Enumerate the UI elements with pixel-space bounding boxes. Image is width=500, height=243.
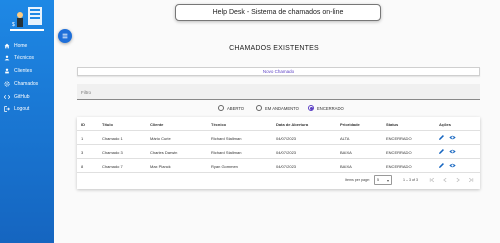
cell-data: 04/07/2023: [276, 150, 297, 155]
radio-aberto[interactable]: ABERTO: [218, 105, 244, 111]
cell-cliente: Charles Darwin: [150, 150, 178, 155]
radio-circle: [308, 105, 314, 111]
column-header-id[interactable]: ID: [81, 122, 85, 127]
radio-label: ABERTO: [227, 105, 245, 111]
cell-titulo: Chamado 1: [102, 136, 123, 141]
sidebar-item-label: Chamados: [14, 81, 39, 87]
next-page-icon[interactable]: [455, 177, 461, 183]
cell-prioridade: BAIXA: [340, 164, 352, 169]
column-header-tecnico[interactable]: Técnico: [211, 122, 226, 127]
cell-data: 04/07/2023: [276, 164, 297, 169]
cell-id: 8: [81, 164, 84, 169]
radio-em-andamento[interactable]: EM ANDAMENTO: [256, 105, 299, 111]
edit-icon[interactable]: [438, 162, 445, 169]
page-size-value: 5: [377, 178, 379, 182]
cell-tecnico: Richard Stallman: [211, 136, 242, 141]
column-header-titulo[interactable]: Título: [102, 122, 113, 127]
app-header: Help Desk - Sistema de chamados on-line: [175, 4, 381, 21]
page-title-text: CHAMADOS EXISTENTES: [229, 45, 319, 52]
column-header-status[interactable]: Status: [386, 122, 398, 127]
cell-prioridade: ALTA: [340, 136, 350, 141]
items-per-page-label: Items per page:: [345, 178, 370, 182]
cell-status: ENCERRADO: [386, 136, 412, 141]
sidebar-item-label: GitHub: [14, 94, 30, 100]
column-header-data[interactable]: Data de Abertura: [276, 122, 308, 127]
chevron-down-icon: [387, 179, 389, 182]
tickets-table: ID Título Cliente Técnico Data de Abertu…: [77, 117, 480, 189]
view-icon[interactable]: [449, 162, 456, 169]
status-radio-group: ABERTO EM ANDAMENTO ENCERRADO: [0, 105, 500, 113]
sidebar-item-github[interactable]: GitHub: [4, 92, 30, 102]
radio-label: ENCERRADO: [317, 105, 344, 111]
cell-prioridade: BAIXA: [340, 150, 352, 155]
radio-encerrado[interactable]: ENCERRADO: [308, 105, 344, 111]
page-title: CHAMADOS EXISTENTES: [0, 45, 500, 52]
first-page-icon[interactable]: [429, 177, 435, 183]
gear-icon: [4, 81, 10, 87]
cell-status: ENCERRADO: [386, 164, 412, 169]
cell-status: ENCERRADO: [386, 150, 412, 155]
person-icon: [4, 55, 10, 61]
edit-icon[interactable]: [438, 134, 445, 141]
edit-icon[interactable]: [438, 148, 445, 155]
new-ticket-button[interactable]: Novo Chamado: [77, 67, 480, 76]
radio-circle: [256, 105, 262, 111]
cell-tecnico: Ryan Gommen: [211, 164, 238, 169]
code-icon: [4, 94, 10, 100]
last-page-icon[interactable]: [468, 177, 474, 183]
sidebar-item-clientes[interactable]: Clientes: [4, 66, 32, 76]
table-row: 8 Chamado 7 Max Planck Ryan Gommen 04/07…: [77, 159, 480, 173]
page-range-label: 1 – 3 of 3: [403, 178, 418, 182]
cell-cliente: Mário Curie: [150, 136, 171, 141]
filter-input[interactable]: [81, 88, 471, 96]
filter-field: [77, 84, 480, 100]
sidebar-item-tecnicos[interactable]: Técnicos: [4, 53, 34, 63]
cell-id: 1: [81, 136, 84, 141]
table-row: 1 Chamado 1 Mário Curie Richard Stallman…: [77, 131, 480, 145]
sidebar-item-label: Técnicos: [14, 55, 35, 61]
cell-data: 04/07/2023: [276, 136, 297, 141]
page-size-select[interactable]: 5: [374, 175, 392, 185]
column-header-cliente[interactable]: Cliente: [150, 122, 163, 127]
helpdesk-logo-icon: $: [10, 7, 44, 31]
svg-text:$: $: [12, 22, 15, 28]
new-ticket-label: Novo Chamado: [262, 69, 295, 74]
sidebar: $ Home Técnicos Clientes Chamados GitHub…: [0, 0, 54, 243]
column-header-acoes: Ações: [439, 122, 452, 127]
radio-label: EM ANDAMENTO: [265, 105, 299, 111]
previous-page-icon[interactable]: [442, 177, 448, 183]
app-title: Help Desk - Sistema de chamados on-line: [212, 9, 344, 16]
menu-icon: [62, 33, 68, 39]
sidebar-item-chamados[interactable]: Chamados: [4, 79, 38, 89]
view-icon[interactable]: [449, 148, 456, 155]
sidebar-item-label: Clientes: [14, 68, 33, 74]
radio-circle: [218, 105, 224, 111]
user-icon: [5, 68, 9, 74]
cell-id: 3: [81, 150, 84, 155]
cell-cliente: Max Planck: [150, 164, 171, 169]
column-header-prioridade[interactable]: Prioridade: [340, 122, 360, 127]
view-icon[interactable]: [449, 134, 456, 141]
cell-titulo: Chamado 7: [102, 164, 123, 169]
table-row: 3 Chamado 3 Charles Darwin Richard Stall…: [77, 145, 480, 159]
cell-tecnico: Richard Stallman: [211, 150, 242, 155]
paginator: Items per page: 5 1 – 3 of 3: [77, 173, 480, 187]
cell-titulo: Chamado 3: [102, 150, 123, 155]
menu-toggle-button[interactable]: [58, 29, 72, 43]
